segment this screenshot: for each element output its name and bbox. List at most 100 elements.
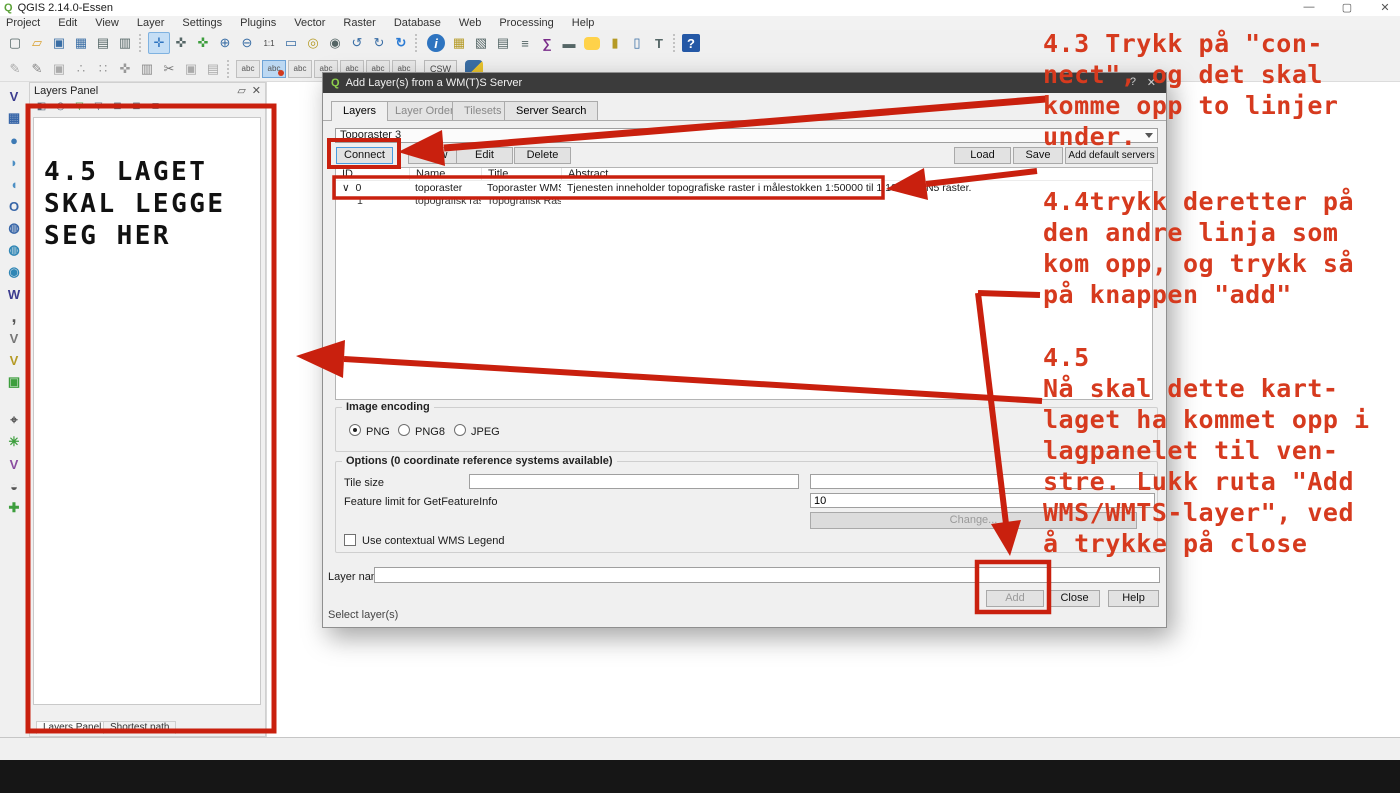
add-postgis-layer-icon[interactable]: ● [3, 130, 25, 150]
measure-icon[interactable]: ▬ [558, 32, 580, 54]
zoom-in-icon[interactable]: ⊕ [214, 32, 236, 54]
add-spatialite-layer-icon[interactable]: ◗ [3, 152, 25, 172]
png8-radio[interactable] [398, 424, 410, 436]
zoom-to-selection-icon[interactable]: ◎ [302, 32, 324, 54]
move-feature-icon[interactable]: ✜ [114, 58, 136, 80]
remove-layer-icon[interactable]: □ [148, 99, 163, 113]
menu-view[interactable]: View [95, 17, 119, 29]
new-spatialite-layer-icon[interactable]: V [3, 350, 25, 370]
menu-project[interactable]: Project [6, 17, 40, 29]
add-vector-layer-icon[interactable]: V [3, 86, 25, 106]
attribute-table-icon[interactable]: ▤ [492, 32, 514, 54]
layer-styling-icon[interactable]: ◧ [34, 99, 49, 113]
close-dialog-button[interactable]: Close [1049, 590, 1100, 607]
connect-button[interactable]: Connect [336, 147, 393, 164]
deselect-features-icon[interactable]: ▧ [470, 32, 492, 54]
add-button[interactable]: Add [986, 590, 1044, 607]
menu-settings[interactable]: Settings [182, 17, 222, 29]
new-composer-icon[interactable]: ▤ [92, 32, 114, 54]
panel-close-icon[interactable]: ✕ [252, 84, 261, 97]
save-project-icon[interactable]: ▣ [48, 32, 70, 54]
osm-tools-icon[interactable]: ◒ [3, 476, 25, 496]
zoom-full-icon[interactable]: ▭ [280, 32, 302, 54]
add-mssql-layer-icon[interactable]: ◖ [3, 174, 25, 194]
cut-features-icon[interactable]: ✂ [158, 58, 180, 80]
menu-processing[interactable]: Processing [499, 17, 553, 29]
label-pin-icon[interactable]: abc [236, 60, 260, 78]
menu-vector[interactable]: Vector [294, 17, 325, 29]
toggle-editing-icon[interactable]: ✎ [26, 58, 48, 80]
menu-database[interactable]: Database [394, 17, 441, 29]
tab-shortest-path[interactable]: Shortest path [103, 721, 176, 734]
table-row[interactable]: 1 topografisk raster Topografisk Raster [336, 194, 1152, 207]
expand-arrow-icon[interactable]: ∨ [342, 182, 350, 194]
zoom-to-layer-icon[interactable]: ◉ [324, 32, 346, 54]
add-oracle-layer-icon[interactable]: O [3, 196, 25, 216]
pan-map-icon[interactable]: ✜ [170, 32, 192, 54]
add-db2-layer-icon[interactable]: ◍ [3, 218, 25, 238]
zoom-native-icon[interactable]: 1:1 [258, 32, 280, 54]
identify-icon[interactable]: i [427, 34, 445, 52]
menu-raster[interactable]: Raster [343, 17, 375, 29]
png8-label[interactable]: PNG8 [415, 426, 445, 438]
zoom-next-icon[interactable]: ↻ [368, 32, 390, 54]
png-radio[interactable] [349, 424, 361, 436]
copy-features-icon[interactable]: ▣ [180, 58, 202, 80]
filter-expression-icon[interactable]: ▽ [91, 99, 106, 113]
table-row[interactable]: ∨ 0 toporaster Toporaster WMS Tjenesten … [336, 181, 1152, 194]
delete-selected-icon[interactable]: ▥ [136, 58, 158, 80]
map-tips-icon[interactable] [584, 37, 600, 50]
minimize-button[interactable]: — [1296, 1, 1322, 13]
touch-zoom-icon[interactable]: ✛ [148, 32, 170, 54]
png-label[interactable]: PNG [366, 426, 390, 438]
new-bookmark-icon[interactable]: ▮ [604, 32, 626, 54]
menu-layer[interactable]: Layer [137, 17, 165, 29]
refresh-icon[interactable]: ↻ [390, 32, 412, 54]
add-raster-layer-icon[interactable]: ▦ [3, 108, 25, 128]
help-icon[interactable]: ? [682, 34, 700, 52]
add-feature-icon[interactable]: ∷ [92, 58, 114, 80]
paste-features-icon[interactable]: ▤ [202, 58, 224, 80]
save-project-as-icon[interactable]: ▦ [70, 32, 92, 54]
add-wcs-layer-icon[interactable]: ◉ [3, 262, 25, 282]
delete-button[interactable]: Delete [514, 147, 571, 164]
help-button[interactable]: Help [1108, 590, 1159, 607]
virtual-layer-icon[interactable]: ✚ [3, 498, 25, 518]
tab-server-search[interactable]: Server Search [504, 101, 598, 120]
text-annotation-icon[interactable]: T [648, 32, 670, 54]
show-bookmarks-icon[interactable]: ▯ [626, 32, 648, 54]
add-wfs-layer-icon[interactable]: W [3, 284, 25, 304]
node-tool-icon[interactable]: ∴ [70, 58, 92, 80]
save-layer-edits-icon[interactable]: ▣ [48, 58, 70, 80]
add-delimited-text-icon[interactable]: , [3, 306, 25, 326]
panel-float-icon[interactable]: ▱ [237, 84, 245, 97]
collapse-all-icon[interactable]: ⊟ [129, 99, 144, 113]
layers-list[interactable]: 4.5 LAGET SKAL LEGGE SEG HER [33, 117, 261, 705]
open-project-icon[interactable]: ▱ [26, 32, 48, 54]
select-features-icon[interactable]: ▦ [448, 32, 470, 54]
maximize-button[interactable]: ▢ [1334, 1, 1360, 14]
close-button[interactable]: ✕ [1372, 1, 1398, 14]
wms-legend-label[interactable]: Use contextual WMS Legend [362, 535, 504, 547]
label-highlight-icon[interactable]: abc [262, 60, 286, 78]
menu-edit[interactable]: Edit [58, 17, 77, 29]
gps-tools-icon[interactable]: ⌖ [3, 410, 25, 430]
spatial-query-icon[interactable]: V [3, 454, 25, 474]
menu-web[interactable]: Web [459, 17, 481, 29]
zoom-out-icon[interactable]: ⊖ [236, 32, 258, 54]
wms-legend-checkbox[interactable] [344, 534, 356, 546]
server-combo[interactable]: Toporaster 3 [335, 128, 1158, 143]
current-edits-icon[interactable]: ✎ [4, 58, 26, 80]
filter-legend-icon[interactable]: ▽ [72, 99, 87, 113]
pan-to-selection-icon[interactable]: ✜ [192, 32, 214, 54]
map-themes-icon[interactable]: ◎ [53, 99, 68, 113]
grass-tools-icon[interactable]: ✳ [3, 432, 25, 452]
tab-layers[interactable]: Layers [331, 101, 388, 121]
layer-name-input[interactable] [374, 567, 1160, 583]
tile-width-input[interactable] [469, 474, 799, 489]
field-calculator-icon[interactable]: ≡ [514, 32, 536, 54]
add-wms-layer-icon[interactable]: ◍ [3, 240, 25, 260]
jpeg-label[interactable]: JPEG [471, 426, 500, 438]
new-geopackage-layer-icon[interactable]: ▣ [3, 372, 25, 392]
label-show-hide-icon[interactable]: abc [288, 60, 312, 78]
